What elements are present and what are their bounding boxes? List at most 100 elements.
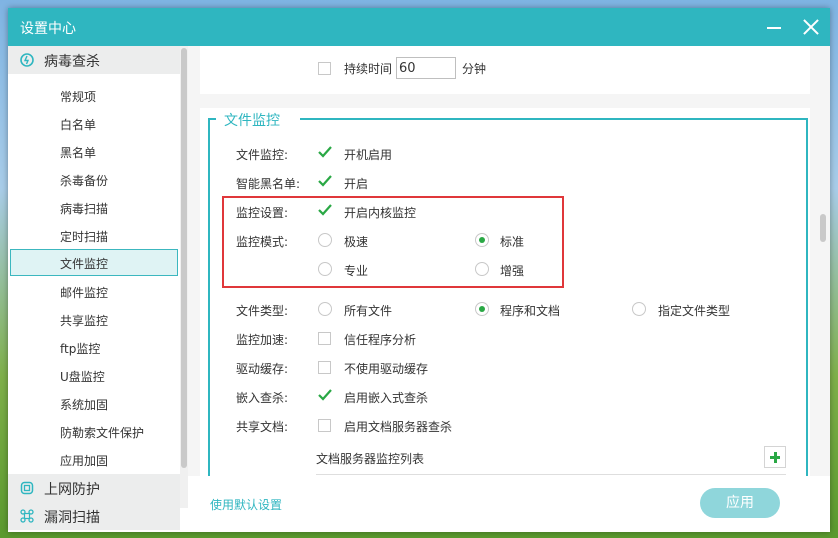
monitor-accel-label: 监控加速: (236, 333, 289, 347)
sidebar-item-share-monitor[interactable]: 共享监控 (10, 306, 178, 333)
file-type-programs-docs-label: 程序和文档 (500, 304, 561, 318)
trust-program-option-label: 信任程序分析 (344, 333, 417, 347)
shared-docs-label: 共享文档: (236, 420, 289, 434)
sidebar-item-label: 文件监控 (60, 257, 109, 271)
file-type-specified-label: 指定文件类型 (658, 304, 731, 318)
sidebar-item-whitelist[interactable]: 白名单 (10, 110, 178, 137)
sidebar-item-system-hardening[interactable]: 系统加固 (10, 390, 178, 417)
kernel-monitor-option-label: 开启内核监控 (344, 206, 417, 220)
footer: 使用默认设置 应用 (188, 476, 830, 532)
minimize-button[interactable] (761, 14, 787, 40)
sidebar-item-scheduled-scan[interactable]: 定时扫描 (10, 222, 178, 249)
close-button[interactable] (798, 14, 824, 40)
category-vulnerability-scan[interactable]: 漏洞扫描 (8, 502, 180, 530)
sidebar-item-usb-monitor[interactable]: U盘监控 (10, 362, 178, 389)
file-type-programs-docs-radio[interactable] (475, 302, 489, 316)
mode-enhanced-label: 增强 (500, 264, 525, 278)
mode-fast-radio[interactable] (318, 233, 332, 247)
monitor-setting-label: 监控设置: (236, 206, 289, 220)
sidebar-item-label: ftp监控 (60, 342, 101, 356)
sidebar-item-general[interactable]: 常规项 (10, 82, 178, 109)
doc-server-scan-option-label: 启用文档服务器查杀 (344, 420, 453, 434)
embedded-scan-label: 嵌入查杀: (236, 391, 289, 405)
add-server-button[interactable] (764, 446, 786, 468)
use-default-settings-link[interactable]: 使用默认设置 (210, 496, 282, 513)
category-label: 病毒查杀 (44, 54, 100, 70)
sidebar-item-ftp-monitor[interactable]: ftp监控 (10, 334, 178, 361)
checkmark-icon (318, 204, 332, 216)
sidebar-scroll-thumb[interactable] (181, 48, 187, 468)
mode-standard-label: 标准 (500, 235, 525, 249)
mode-professional-radio[interactable] (318, 262, 332, 276)
category-label: 漏洞扫描 (44, 510, 100, 526)
embedded-scan-checkbox[interactable] (318, 389, 332, 402)
file-type-specified-radio[interactable] (632, 302, 646, 316)
settings-content: 持续时间 分钟 文件监控 文件监控: 开机启用 智能黑名单: 开启 监控设置: … (188, 46, 830, 476)
content-scrollbar[interactable] (818, 46, 828, 476)
embedded-scan-option-label: 启用嵌入式查杀 (344, 391, 429, 405)
drive-cache-label: 驱动缓存: (236, 362, 289, 376)
sidebar-item-label: 定时扫描 (60, 230, 109, 244)
file-monitor-group (208, 118, 808, 476)
trust-program-checkbox[interactable] (318, 332, 331, 345)
sidebar-item-label: 白名单 (60, 118, 97, 132)
sidebar-item-blacklist[interactable]: 黑名单 (10, 138, 178, 165)
sidebar-item-app-hardening[interactable]: 应用加固 (10, 446, 178, 473)
vulnerability-scan-icon (20, 509, 34, 523)
sidebar-item-virus-scan[interactable]: 病毒扫描 (10, 194, 178, 221)
checkmark-icon (318, 146, 332, 158)
content-scroll-thumb[interactable] (820, 214, 826, 242)
smart-blacklist-label: 智能黑名单: (236, 177, 301, 191)
mode-enhanced-radio[interactable] (475, 262, 489, 276)
web-protection-icon (20, 481, 34, 495)
smart-blacklist-checkbox[interactable] (318, 175, 332, 188)
window-title: 设置中心 (20, 21, 76, 37)
category-label: 上网防护 (44, 482, 100, 498)
title-bar: 设置中心 (8, 8, 830, 46)
sidebar-item-label: U盘监控 (60, 370, 105, 384)
no-drive-cache-checkbox[interactable] (318, 361, 331, 374)
file-type-all-radio[interactable] (318, 302, 332, 316)
mode-fast-label: 极速 (344, 235, 369, 249)
file-monitor-group-title: 文件监控 (224, 113, 280, 129)
sidebar: 病毒查杀 常规项 白名单 黑名单 杀毒备份 病毒扫描 定时扫描 文件监控 邮件监… (8, 46, 188, 532)
group-border-top-left (208, 118, 216, 120)
sidebar-item-file-monitor[interactable]: 文件监控 (10, 249, 178, 276)
sidebar-item-label: 共享监控 (60, 314, 109, 328)
apply-button[interactable]: 应用 (700, 488, 780, 518)
server-list-title: 文档服务器监控列表 (316, 452, 425, 466)
sidebar-item-label: 病毒扫描 (60, 202, 109, 216)
sidebar-item-label: 邮件监控 (60, 286, 109, 300)
sidebar-item-backup[interactable]: 杀毒备份 (10, 166, 178, 193)
sidebar-item-mail-monitor[interactable]: 邮件监控 (10, 278, 178, 305)
duration-input[interactable] (396, 57, 456, 79)
mode-professional-label: 专业 (344, 264, 369, 278)
category-virus-scan[interactable]: 病毒查杀 (8, 46, 180, 74)
duration-unit: 分钟 (462, 62, 487, 76)
settings-window: 设置中心 病毒查杀 常规项 白名单 黑名单 杀毒备份 病毒扫描 定时扫描 文件监… (8, 8, 830, 532)
no-drive-cache-option-label: 不使用驱动缓存 (344, 362, 429, 376)
sidebar-item-label: 黑名单 (60, 146, 97, 160)
mode-standard-radio[interactable] (475, 233, 489, 247)
file-type-all-label: 所有文件 (344, 304, 393, 318)
file-monitor-label: 文件监控: (236, 148, 289, 162)
checkmark-icon (318, 389, 332, 401)
sidebar-item-label: 应用加固 (60, 454, 109, 468)
sidebar-item-label: 系统加固 (60, 398, 109, 412)
doc-server-scan-checkbox[interactable] (318, 419, 331, 432)
virus-scan-icon (20, 53, 34, 67)
file-type-label: 文件类型: (236, 304, 289, 318)
duration-checkbox[interactable] (318, 62, 331, 75)
duration-label: 持续时间 (344, 62, 393, 76)
sidebar-item-label: 常规项 (60, 90, 97, 104)
sidebar-item-label: 防勒索文件保护 (60, 426, 145, 440)
previous-section-panel (200, 46, 810, 94)
kernel-monitor-checkbox[interactable] (318, 204, 332, 217)
sidebar-scrollbar[interactable] (180, 46, 188, 508)
category-web-protection[interactable]: 上网防护 (8, 474, 180, 502)
sidebar-item-label: 杀毒备份 (60, 174, 109, 188)
file-monitor-option-label: 开机启用 (344, 148, 393, 162)
checkmark-icon (318, 175, 332, 187)
sidebar-item-ransomware-protection[interactable]: 防勒索文件保护 (10, 418, 178, 445)
file-monitor-checkbox[interactable] (318, 146, 332, 159)
